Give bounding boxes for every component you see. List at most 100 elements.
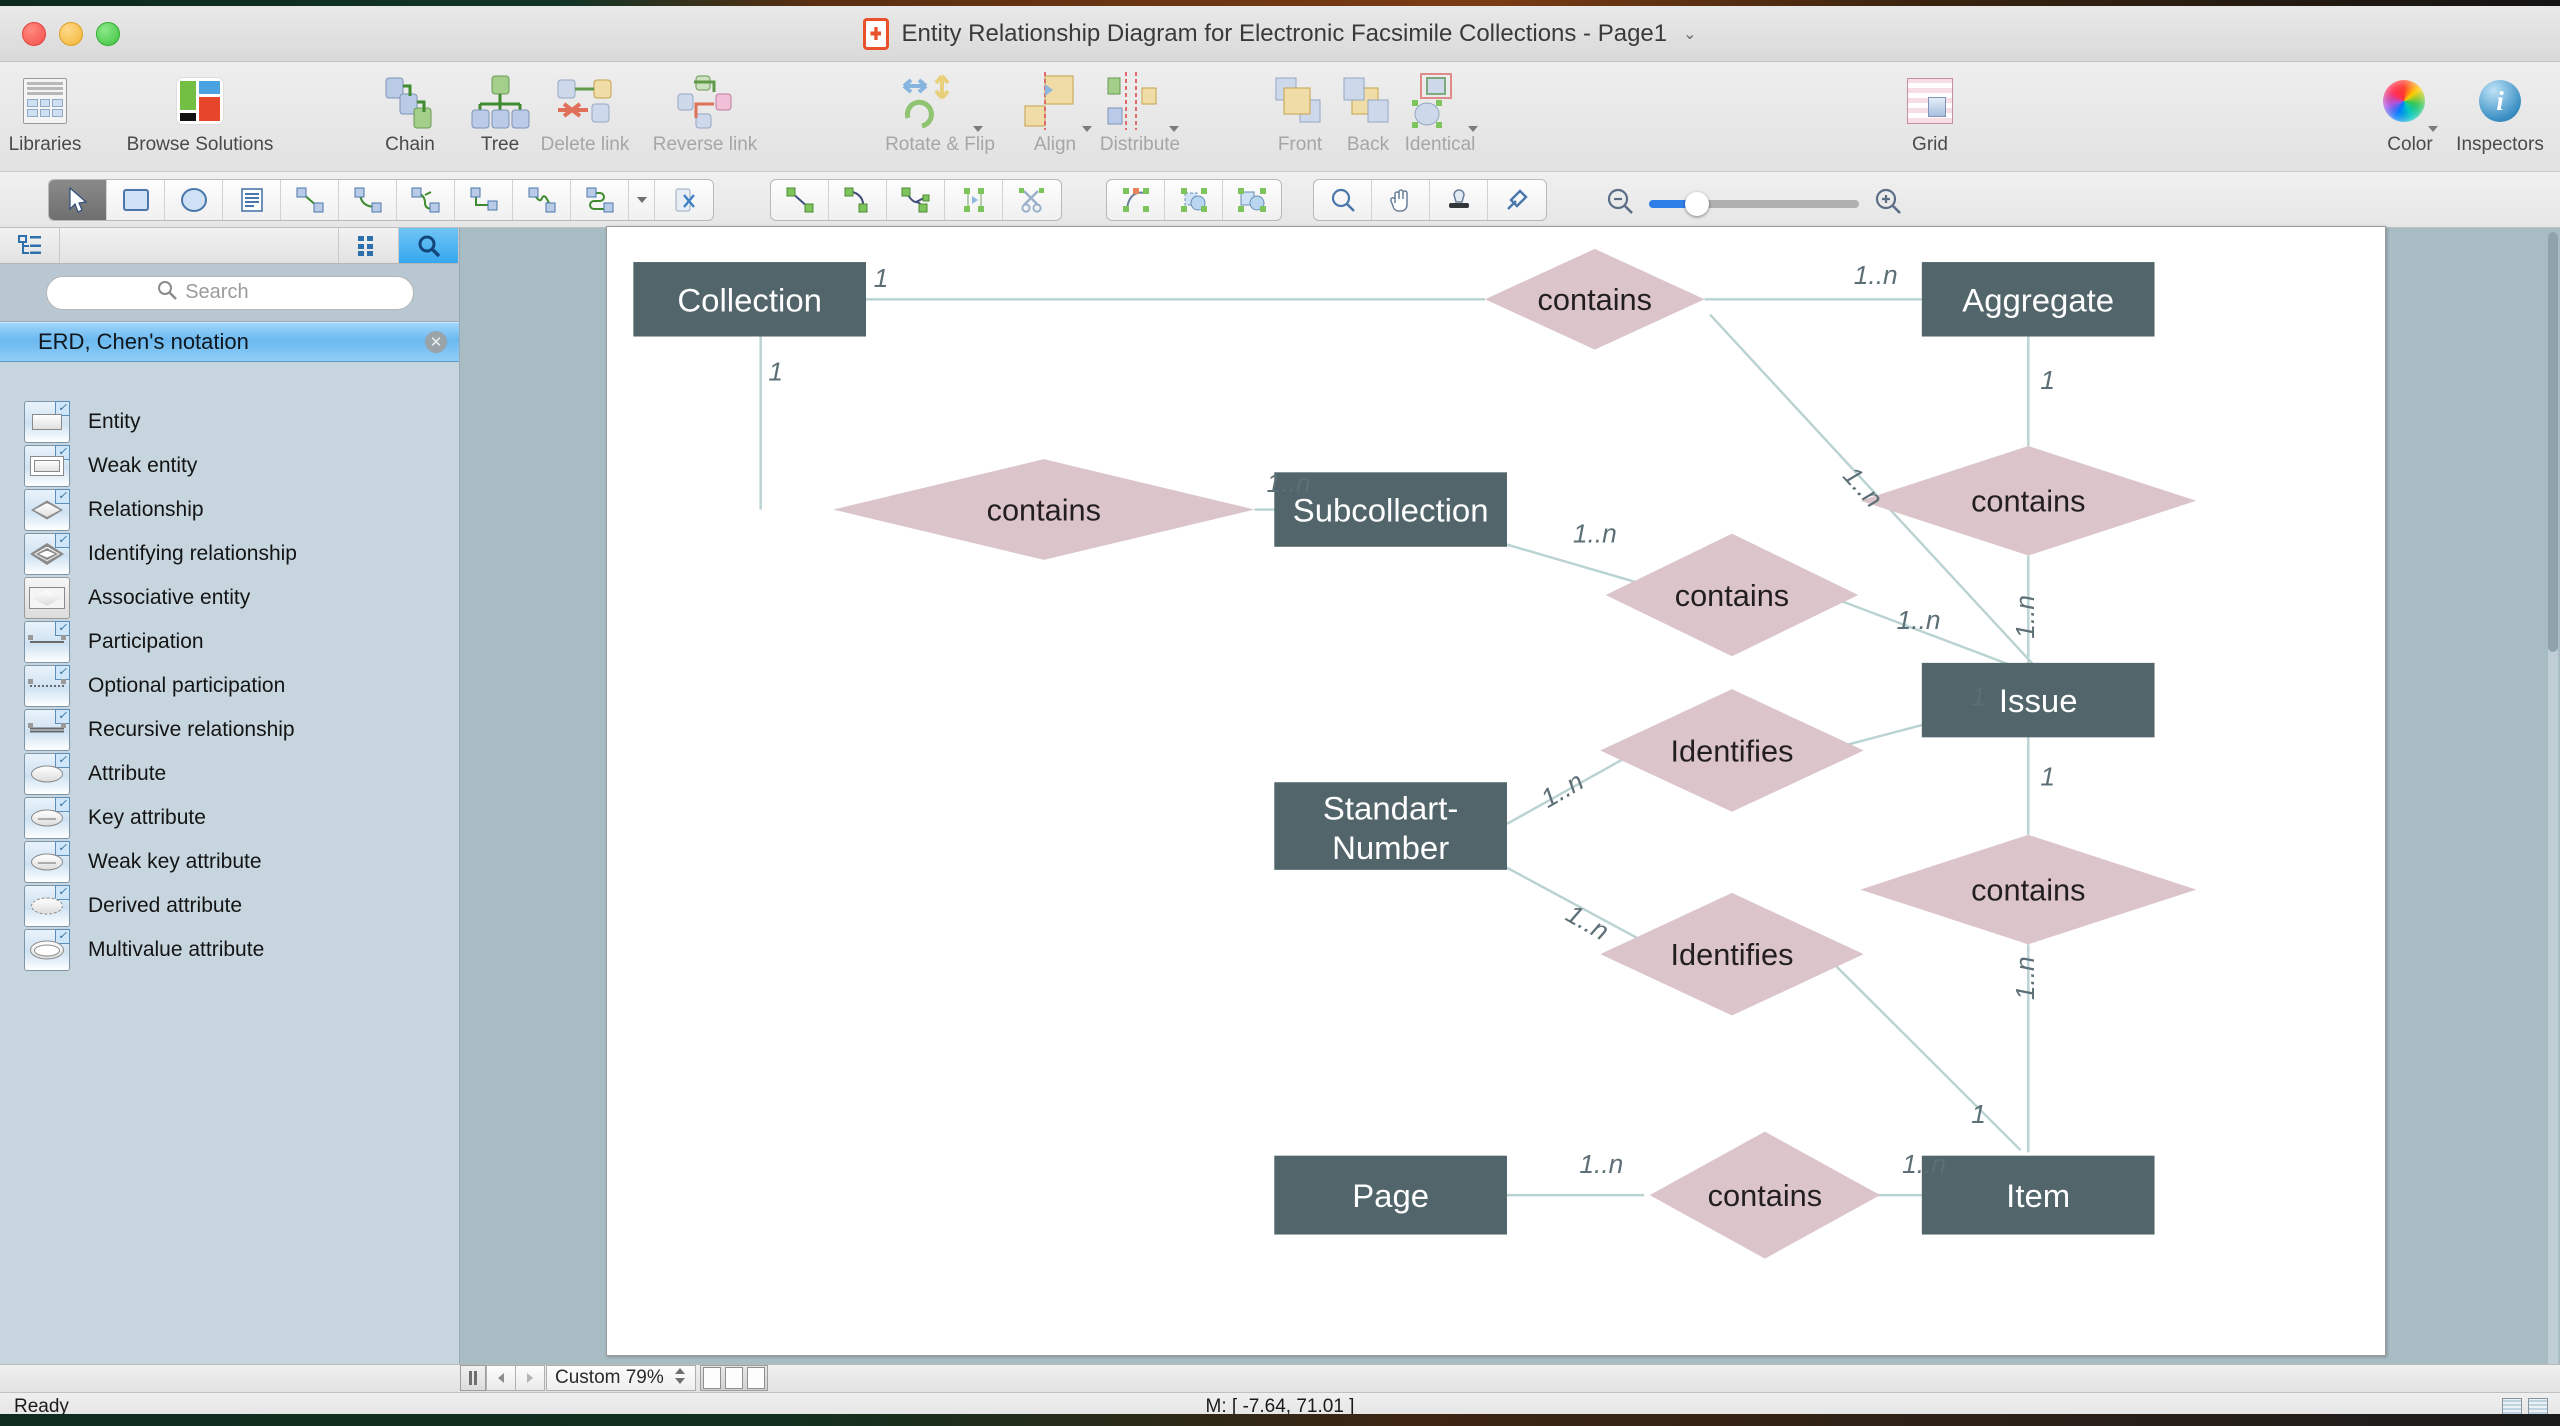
svg-text:Item: Item bbox=[2006, 1177, 2070, 1214]
cut-shape-icon[interactable] bbox=[655, 180, 713, 220]
group-shapes-icon[interactable] bbox=[1223, 180, 1281, 220]
library-header[interactable]: ERD, Chen's notation ✕ bbox=[0, 322, 459, 362]
cardinality-label: 1..n bbox=[1561, 898, 1614, 946]
grid-view-icon[interactable] bbox=[339, 228, 399, 263]
identical-caret-icon[interactable] bbox=[1467, 126, 1478, 132]
zoom-slider-handle[interactable] bbox=[1685, 191, 1709, 216]
pointer-icon[interactable] bbox=[49, 180, 107, 220]
browse-solutions-button[interactable]: Browse Solutions bbox=[115, 70, 285, 156]
list-item[interactable]: ✓ Relationship bbox=[0, 488, 459, 532]
close-icon[interactable]: ✕ bbox=[425, 331, 447, 353]
list-item[interactable]: ✓ Multivalue attribute bbox=[0, 928, 459, 972]
page-view-switch[interactable] bbox=[700, 1365, 768, 1391]
line-tool-icon[interactable] bbox=[771, 180, 829, 220]
rotate-flip-caret-icon[interactable] bbox=[972, 126, 983, 132]
page-thumbnail-icon-1[interactable] bbox=[2502, 1398, 2522, 1415]
entity-aggregate[interactable]: Aggregate bbox=[1921, 262, 2155, 337]
edit-points-icon[interactable] bbox=[1107, 180, 1165, 220]
bezier-connector-icon[interactable] bbox=[513, 180, 571, 220]
inspectors-button[interactable]: i Inspectors bbox=[2445, 70, 2555, 156]
search-input[interactable]: Search bbox=[45, 275, 414, 310]
relationship-r6[interactable]: contains bbox=[1860, 834, 2197, 945]
relationship-r2[interactable]: contains bbox=[833, 459, 1255, 560]
zoom-in-icon[interactable] bbox=[1873, 186, 1903, 221]
mirror-tool-icon[interactable] bbox=[945, 180, 1003, 220]
delete-link-button[interactable]: Delete link bbox=[530, 70, 640, 156]
distribute-caret-icon[interactable] bbox=[1168, 126, 1179, 132]
title-chevron-down-icon[interactable]: ⌄ bbox=[1683, 24, 1696, 44]
list-item[interactable]: ✓ Identifying relationship bbox=[0, 532, 459, 576]
relationship-r8[interactable]: contains bbox=[1649, 1131, 1881, 1259]
zoom-level-stepper[interactable]: Custom 79% bbox=[546, 1365, 696, 1391]
eyedropper-tool-icon[interactable] bbox=[1488, 180, 1546, 220]
straight-connector-icon[interactable] bbox=[281, 180, 339, 220]
entity-collection[interactable]: Collection bbox=[633, 262, 867, 337]
stamp-tool-icon[interactable] bbox=[1430, 180, 1488, 220]
vertical-scrollbar[interactable] bbox=[2548, 232, 2558, 1416]
next-page-icon[interactable] bbox=[515, 1365, 545, 1391]
pause-icon[interactable] bbox=[460, 1365, 486, 1391]
list-item[interactable]: ✓ Entity bbox=[0, 400, 459, 444]
prev-page-icon[interactable] bbox=[486, 1365, 516, 1391]
hierarchy-view-icon[interactable] bbox=[0, 228, 60, 263]
relationship-r5[interactable]: Identifies bbox=[1600, 689, 1864, 812]
reverse-link-button[interactable]: Reverse link bbox=[650, 70, 760, 156]
relationship-r7[interactable]: Identifies bbox=[1600, 892, 1864, 1016]
entity-page[interactable]: Page bbox=[1274, 1155, 1507, 1235]
stepper-updown-icon[interactable] bbox=[674, 1367, 686, 1390]
arc-tool-icon[interactable] bbox=[829, 180, 887, 220]
view-triple-icon[interactable] bbox=[747, 1367, 765, 1389]
search-icon bbox=[157, 280, 178, 305]
color-caret-icon[interactable] bbox=[2427, 126, 2438, 132]
zoom-slider[interactable] bbox=[1649, 191, 1859, 216]
connector-options-caret-icon[interactable] bbox=[629, 180, 655, 220]
grid-button[interactable]: Grid bbox=[1875, 70, 1985, 156]
scissors-tool-icon[interactable] bbox=[1003, 180, 1061, 220]
rectangle-icon[interactable] bbox=[107, 180, 165, 220]
entity-issue[interactable]: Issue bbox=[1921, 662, 2155, 738]
list-item[interactable]: ✓ Attribute bbox=[0, 752, 459, 796]
svg-text:Number: Number bbox=[1332, 829, 1449, 866]
relationship-r1[interactable]: contains bbox=[1485, 248, 1705, 350]
cardinality-label: 1 bbox=[2040, 365, 2055, 395]
list-item[interactable]: ✓ Derived attribute bbox=[0, 884, 459, 928]
smart-connector-icon[interactable] bbox=[397, 180, 455, 220]
distribute-button[interactable]: Distribute bbox=[1085, 70, 1195, 156]
multivalue-attribute-ellipse-icon: ✓ bbox=[24, 929, 70, 971]
cardinality-label: 1 bbox=[1971, 682, 1986, 712]
view-double-icon[interactable] bbox=[725, 1367, 743, 1389]
list-item[interactable]: Associative entity bbox=[0, 576, 459, 620]
diagram-page[interactable]: contains contains contains contains Iden… bbox=[606, 226, 2386, 1356]
ellipse-icon[interactable] bbox=[165, 180, 223, 220]
right-angle-connector-icon[interactable] bbox=[455, 180, 513, 220]
list-item[interactable]: ✓ Key attribute bbox=[0, 796, 459, 840]
relationship-r3[interactable]: contains bbox=[1860, 446, 2197, 556]
page-thumbnail-icon-2[interactable] bbox=[2528, 1398, 2548, 1415]
list-item[interactable]: ✓ Participation bbox=[0, 620, 459, 664]
rounded-connector-icon[interactable] bbox=[571, 180, 629, 220]
list-item[interactable]: ✓ Weak entity bbox=[0, 444, 459, 488]
relationship-r4[interactable]: contains bbox=[1605, 533, 1859, 657]
libraries-button[interactable]: Libraries bbox=[0, 70, 100, 156]
zoom-out-icon[interactable] bbox=[1605, 186, 1635, 221]
zoom-tool-icon[interactable] bbox=[1314, 180, 1372, 220]
hand-tool-icon[interactable] bbox=[1372, 180, 1430, 220]
cardinality-label: 1 bbox=[2040, 762, 2055, 792]
curved-connector-icon[interactable] bbox=[339, 180, 397, 220]
screen: Entity Relationship Diagram for Electron… bbox=[0, 0, 2560, 1426]
search-view-icon[interactable] bbox=[399, 228, 459, 263]
list-item[interactable]: ✓ Optional participation bbox=[0, 664, 459, 708]
entity-standart-number[interactable]: Standart- Number bbox=[1274, 782, 1507, 870]
list-item[interactable]: ✓ Recursive relationship bbox=[0, 708, 459, 752]
entity-item[interactable]: Item bbox=[1921, 1155, 2155, 1235]
distribute-label: Distribute bbox=[1099, 134, 1181, 155]
view-single-icon[interactable] bbox=[703, 1367, 721, 1389]
library-title: ERD, Chen's notation bbox=[38, 329, 249, 354]
identical-button[interactable]: Identical bbox=[1385, 70, 1495, 156]
text-block-icon[interactable] bbox=[223, 180, 281, 220]
diagram-canvas[interactable]: contains contains contains contains Iden… bbox=[460, 226, 2560, 1420]
polyline-tool-icon[interactable] bbox=[887, 180, 945, 220]
union-shapes-icon[interactable] bbox=[1165, 180, 1223, 220]
list-item[interactable]: ✓ Weak key attribute bbox=[0, 840, 459, 884]
edge-r7-item bbox=[1824, 954, 2022, 1152]
